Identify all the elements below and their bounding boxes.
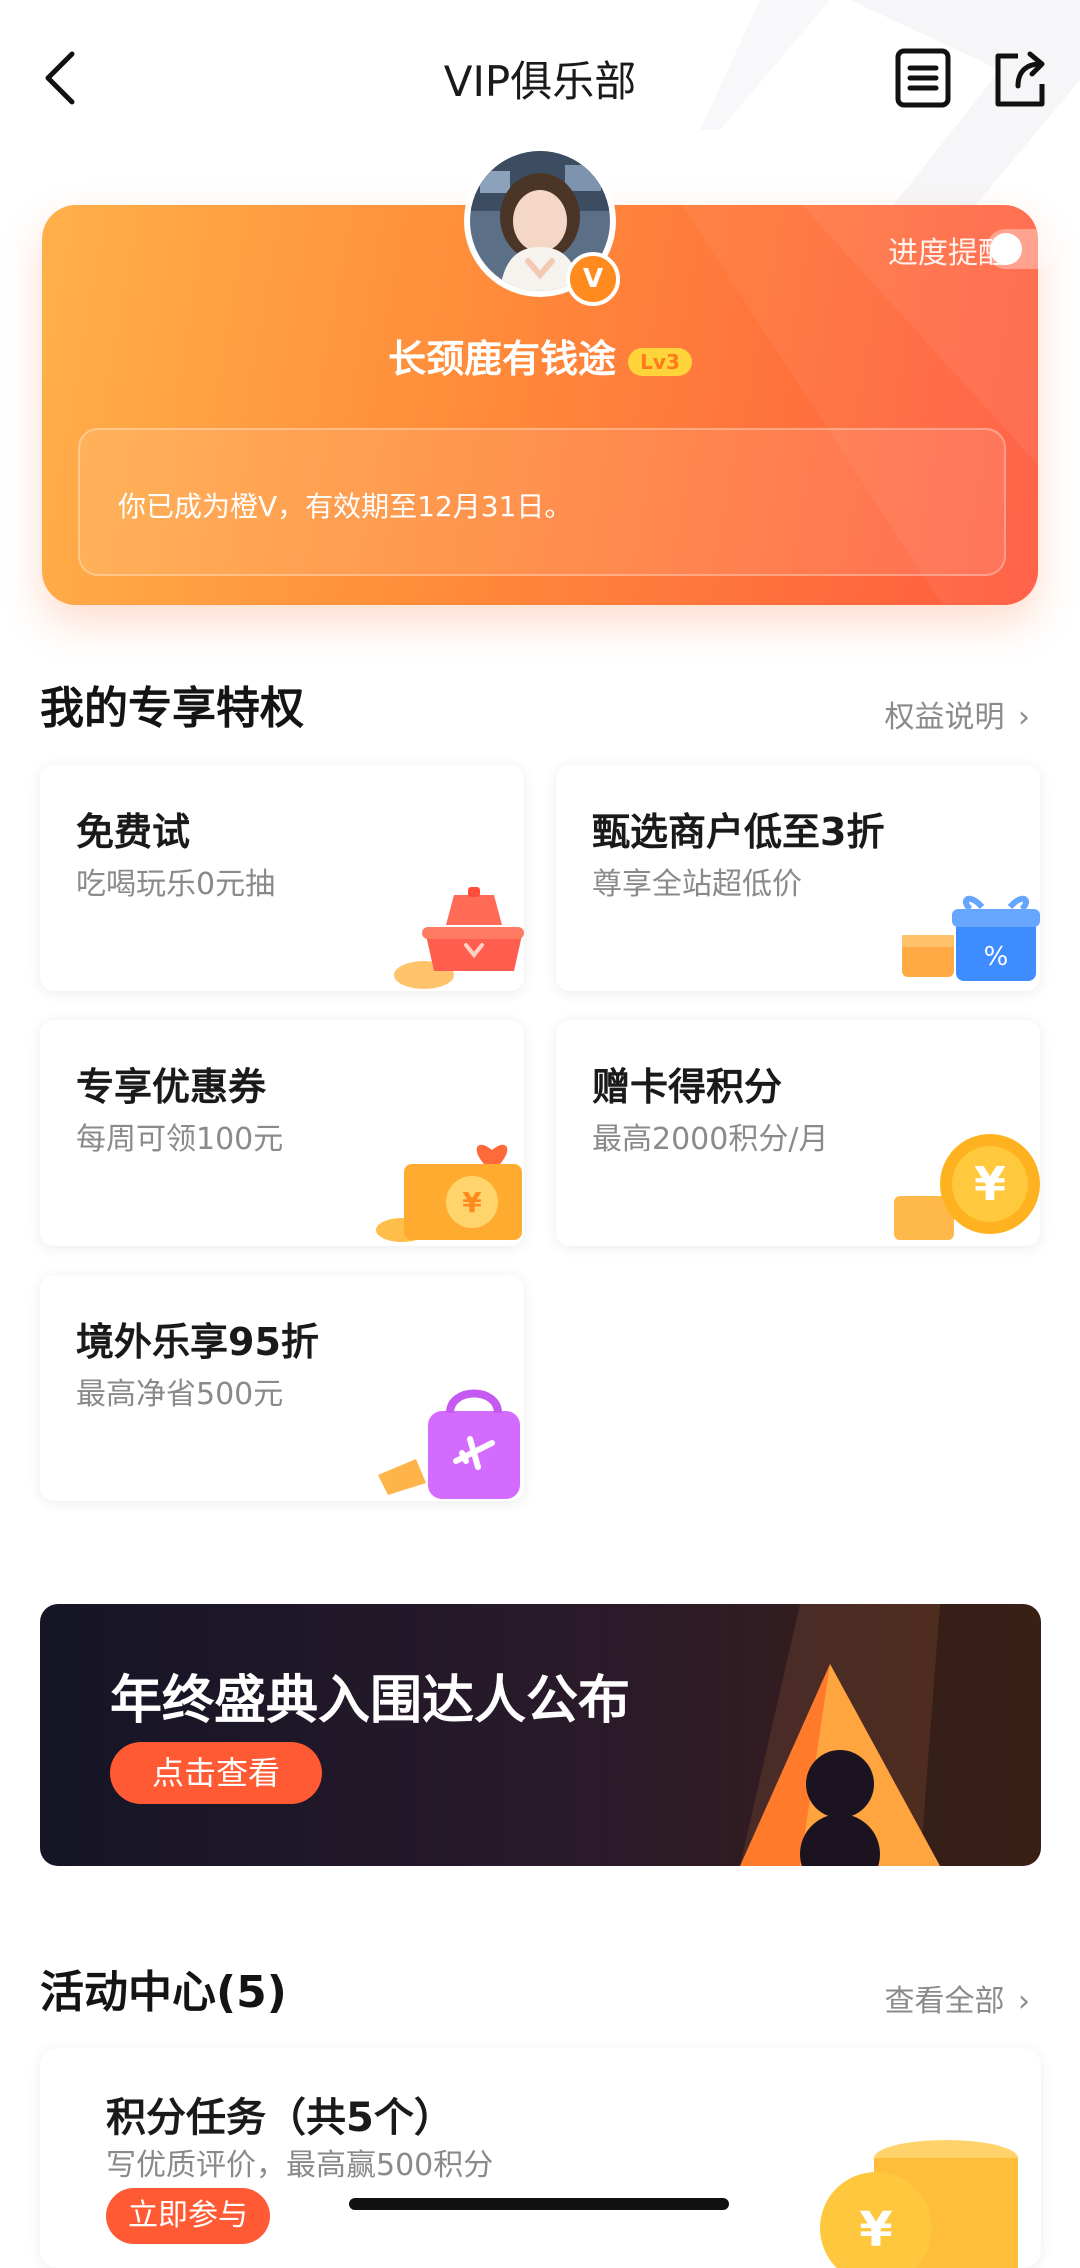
coin-stack-icon: ¥ <box>820 2140 1018 2268</box>
trophy-logo-icon <box>740 1604 940 1866</box>
username: 长颈鹿有钱途 <box>388 337 617 381</box>
perk-card-overseas-discount[interactable]: 境外乐享95折 最高净省500元 <box>40 1275 524 1501</box>
yen-coin-icon: ¥ <box>894 1134 1040 1240</box>
svg-text:¥: ¥ <box>462 1186 482 1219</box>
perk-subtitle: 最高2000积分/月 <box>592 1122 829 1157</box>
perk-card-selected-merchants[interactable]: 甄选商户低至3折 尊享全站超低价 % <box>556 765 1040 991</box>
vip-status-text: 你已成为橙V，有效期至12月31日。 <box>118 490 573 523</box>
perk-subtitle: 最高净省500元 <box>76 1377 284 1412</box>
coupon-yen-icon: ¥ <box>376 1144 522 1242</box>
vip-badge-icon: V <box>566 252 620 306</box>
benefits-explanation-label: 权益说明 <box>884 700 1005 735</box>
username-row: 长颈鹿有钱途 Lv3 <box>0 328 1080 383</box>
chevron-right-icon: › <box>1018 700 1030 735</box>
food-pot-icon <box>394 887 524 989</box>
home-indicator[interactable] <box>349 2198 729 2210</box>
perk-subtitle: 尊享全站超低价 <box>592 867 802 902</box>
join-now-button[interactable]: 立即参与 <box>106 2188 270 2244</box>
activity-section-title: 活动中心(5) <box>40 1967 287 2018</box>
year-end-banner[interactable] <box>40 1604 1041 1866</box>
points-task-title: 积分任务（共5个） <box>106 2095 454 2141</box>
perk-card-card-points[interactable]: 赠卡得积分 最高2000积分/月 ¥ <box>556 1020 1040 1246</box>
document-list-icon[interactable] <box>893 46 953 110</box>
gift-box-percent-icon: % <box>902 895 1040 981</box>
perk-card-exclusive-coupons[interactable]: 专享优惠券 每周可领100元 ¥ <box>40 1020 524 1246</box>
view-all-link[interactable]: 查看全部 › <box>884 1976 1030 2020</box>
perk-title: 甄选商户低至3折 <box>592 810 885 854</box>
banner-view-button[interactable]: 点击查看 <box>110 1742 322 1804</box>
perk-subtitle: 吃喝玩乐0元抽 <box>76 867 276 902</box>
svg-text:%: % <box>984 942 1009 972</box>
view-all-label: 查看全部 <box>884 1984 1005 2019</box>
points-task-subtitle: 写优质评价，最高赢500积分 <box>106 2148 494 2183</box>
banner-title: 年终盛典入围达人公布 <box>110 1671 631 1731</box>
svg-text:¥: ¥ <box>859 2202 892 2258</box>
perk-title: 专享优惠券 <box>76 1065 267 1109</box>
chevron-right-icon: › <box>1018 1984 1030 2019</box>
perk-title: 境外乐享95折 <box>76 1320 319 1364</box>
perk-card-free-trial[interactable]: 免费试 吃喝玩乐0元抽 <box>40 765 524 991</box>
nav-bar: VIP俱乐部 <box>0 0 1080 260</box>
benefits-explanation-link[interactable]: 权益说明 › <box>884 692 1030 736</box>
perk-title: 赠卡得积分 <box>592 1065 783 1109</box>
progress-reminder-toggle[interactable] <box>986 229 1058 269</box>
perks-section-title: 我的专享特权 <box>40 683 304 734</box>
perk-subtitle: 每周可领100元 <box>76 1122 284 1157</box>
svg-text:¥: ¥ <box>974 1157 1006 1211</box>
share-icon[interactable] <box>990 46 1050 110</box>
level-badge: Lv3 <box>628 347 692 376</box>
travel-bag-icon <box>378 1389 520 1499</box>
perk-title: 免费试 <box>76 810 191 854</box>
